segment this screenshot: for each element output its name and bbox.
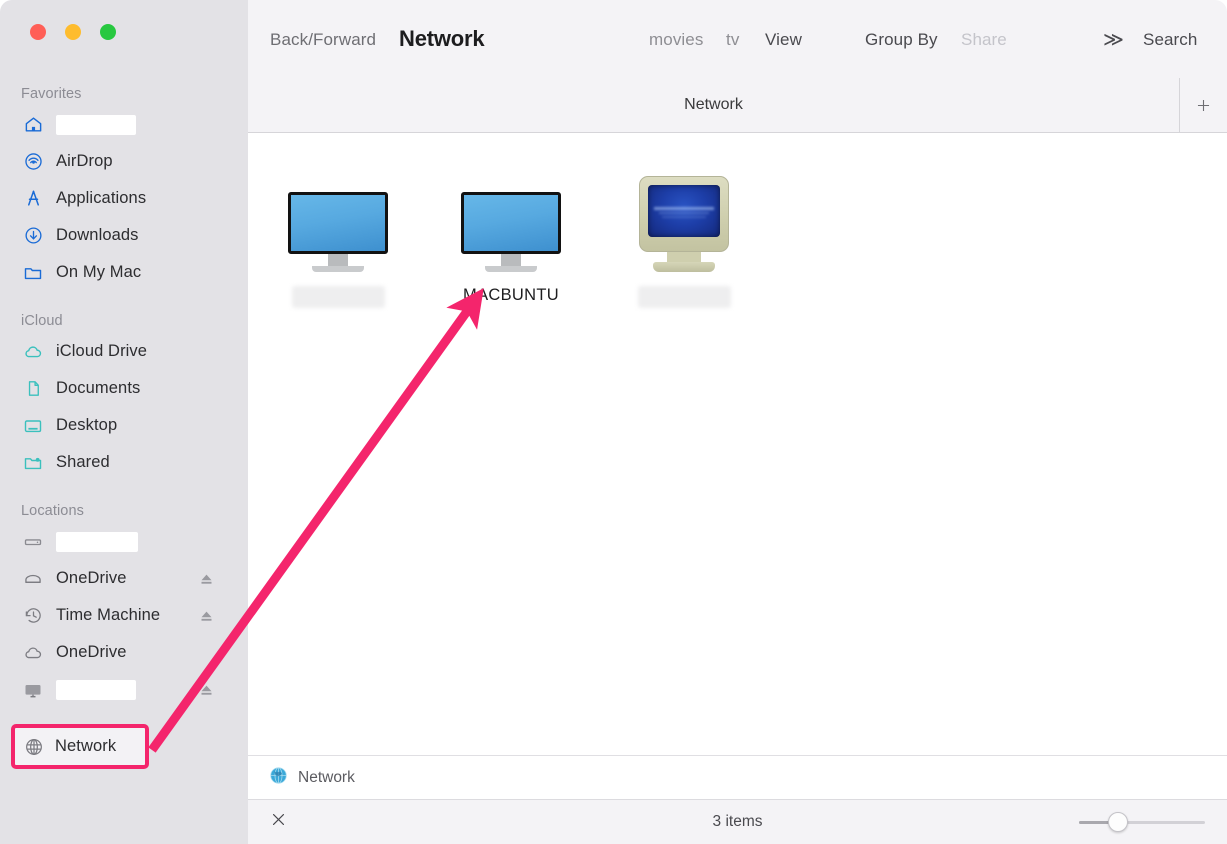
sidebar-item-label: Network [55, 737, 117, 755]
eject-icon[interactable] [199, 608, 214, 623]
path-bar[interactable]: Network [248, 755, 1227, 799]
sidebar-item-label: Applications [56, 189, 147, 207]
finder-window: Favorites AirDrop Applications Downloads… [0, 0, 1227, 844]
eject-icon[interactable] [199, 571, 214, 586]
minimize-window-button[interactable] [65, 24, 81, 40]
airdrop-icon [22, 151, 44, 173]
tab-label: Network [684, 96, 743, 113]
sidebar-item-desktop[interactable]: Desktop [0, 407, 248, 444]
search-button[interactable]: Search [1143, 30, 1197, 50]
toolbar-tv-button[interactable]: tv [726, 30, 739, 50]
status-bar: 3 items [248, 799, 1227, 844]
close-window-button[interactable] [30, 24, 46, 40]
sidebar-item-label [56, 679, 136, 700]
plus-icon [1197, 99, 1210, 111]
sidebar-section-locations: Locations OneDrive Time Machine OneDrive [0, 503, 248, 708]
network-globe-icon [270, 766, 287, 789]
home-icon [22, 114, 44, 136]
display-icon [22, 679, 44, 701]
sidebar-item-on-my-mac[interactable]: On My Mac [0, 254, 248, 291]
sidebar: Favorites AirDrop Applications Downloads… [0, 0, 248, 844]
desktop-icon [22, 415, 44, 437]
sidebar-section-title: Locations [21, 503, 84, 519]
sidebar-item-label: Time Machine [56, 606, 161, 624]
group-by-button[interactable]: Group By [865, 30, 938, 50]
time-machine-icon [22, 605, 44, 627]
sidebar-item-downloads[interactable]: Downloads [0, 217, 248, 254]
sidebar-item-label: Shared [56, 453, 110, 471]
path-bar-label: Network [298, 768, 355, 786]
sidebar-item-label: Documents [56, 379, 141, 397]
sidebar-item-icloud-drive[interactable]: iCloud Drive [0, 333, 248, 370]
grid-item[interactable] [604, 155, 764, 313]
external-drive-icon [22, 568, 44, 590]
downloads-icon [22, 225, 44, 247]
grid-item[interactable]: MACBUNTU [431, 167, 591, 305]
grid-item-label [291, 286, 385, 308]
lcd-display-icon [431, 167, 591, 272]
document-icon [22, 378, 44, 400]
sidebar-item-label: On My Mac [56, 263, 142, 281]
add-tab-button[interactable] [1179, 78, 1227, 132]
sidebar-section-icloud: iCloud iCloud Drive Documents Desktop Sh… [0, 313, 248, 481]
main-area: Back/Forward Network movies tv View Grou… [248, 0, 1227, 844]
shared-folder-icon [22, 452, 44, 474]
sidebar-item-label: OneDrive [56, 569, 127, 587]
sidebar-item-onedrive-cloud[interactable]: OneDrive [0, 634, 248, 671]
tab-bar: Network [248, 78, 1227, 133]
sidebar-item-label: OneDrive [56, 643, 127, 661]
slider-knob[interactable] [1107, 812, 1128, 832]
view-button[interactable]: View [765, 30, 802, 50]
sidebar-item-network[interactable]: Network [11, 724, 149, 769]
lcd-display-icon [258, 167, 418, 272]
sidebar-item-time-machine[interactable]: Time Machine [0, 597, 248, 634]
share-button: Share [961, 30, 1007, 49]
chevron-double-right-icon[interactable]: ≫ [1103, 27, 1124, 52]
cloud-icon [22, 642, 44, 664]
cloud-icon [22, 341, 44, 363]
sidebar-item-onedrive-drive[interactable]: OneDrive [0, 560, 248, 597]
sidebar-item-label: Downloads [56, 226, 139, 244]
toolbar: Back/Forward Network movies tv View Grou… [248, 0, 1227, 78]
sidebar-item-airdrop[interactable]: AirDrop [0, 143, 248, 180]
sidebar-section-favorites: Favorites AirDrop Applications Downloads… [0, 86, 248, 291]
globe-icon [23, 736, 45, 758]
crt-monitor-icon [604, 155, 764, 272]
sidebar-item-harddisk[interactable] [0, 523, 248, 560]
toolbar-movies-button[interactable]: movies [649, 30, 703, 50]
grid-item[interactable] [258, 167, 418, 313]
back-forward-button[interactable]: Back/Forward [270, 30, 376, 50]
sidebar-item-label: iCloud Drive [56, 342, 148, 360]
sidebar-item-display[interactable] [0, 671, 248, 708]
sidebar-item-label: AirDrop [56, 152, 113, 170]
harddisk-icon [22, 531, 44, 553]
traffic-light-buttons [30, 24, 116, 40]
maximize-window-button[interactable] [100, 24, 116, 40]
sidebar-item-label [56, 531, 138, 552]
sidebar-section-title: iCloud [21, 313, 63, 329]
eject-icon[interactable] [199, 682, 214, 697]
sidebar-section-title: Favorites [21, 86, 82, 102]
sidebar-item-documents[interactable]: Documents [0, 370, 248, 407]
sidebar-item-label: Desktop [56, 416, 118, 434]
sidebar-item-home[interactable] [0, 106, 248, 143]
applications-icon [22, 188, 44, 210]
globe-glyph [270, 766, 287, 784]
folder-icon [22, 262, 44, 284]
grid-item-label: MACBUNTU [463, 286, 559, 304]
file-grid[interactable]: MACBUNTU [248, 133, 1227, 755]
sidebar-item-label [56, 114, 136, 135]
sidebar-item-shared[interactable]: Shared [0, 444, 248, 481]
grid-item-label [637, 286, 731, 308]
sidebar-item-applications[interactable]: Applications [0, 180, 248, 217]
page-title: Network [399, 26, 485, 51]
tab-network[interactable]: Network [248, 78, 1179, 132]
icon-size-slider[interactable] [1079, 812, 1205, 832]
